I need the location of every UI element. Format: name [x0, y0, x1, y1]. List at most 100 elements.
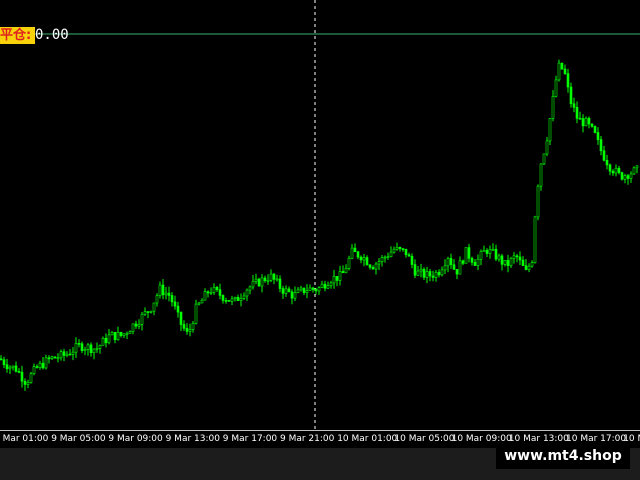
candle-body — [527, 265, 531, 270]
candle-body — [191, 323, 195, 330]
candle-body — [338, 271, 342, 281]
candle-body — [245, 289, 249, 297]
candle-body — [401, 248, 405, 250]
candle-body — [482, 249, 486, 252]
candle-body — [437, 271, 441, 276]
candle-body — [620, 172, 624, 180]
candle-body — [470, 257, 474, 263]
candle-body — [578, 117, 582, 120]
candle-body — [503, 260, 507, 265]
candle-body — [440, 269, 444, 276]
candle-body — [98, 345, 102, 349]
candle-body — [485, 249, 489, 254]
candle-body — [569, 86, 573, 105]
candle-body — [50, 356, 54, 359]
candle-body — [254, 278, 258, 282]
candle-series — [0, 59, 639, 391]
candle-body — [359, 256, 363, 261]
candle-body — [200, 299, 204, 304]
candle-body — [473, 262, 477, 266]
candle-body — [320, 283, 324, 288]
candle-body — [410, 255, 414, 265]
candle-body — [524, 265, 528, 270]
candle-body — [251, 281, 255, 288]
candle-body — [383, 256, 387, 259]
candle-body — [587, 117, 591, 125]
candle-body — [116, 331, 120, 341]
candle-body — [407, 254, 411, 257]
candle-body — [224, 300, 228, 302]
candle-body — [305, 290, 309, 294]
candle-body — [131, 323, 135, 332]
candle-body — [2, 359, 6, 365]
candle-body — [455, 269, 459, 275]
candle-body — [239, 298, 243, 301]
candle-body — [419, 268, 423, 272]
candle-body — [83, 349, 87, 351]
candle-body — [227, 300, 231, 302]
candle-body — [596, 132, 600, 140]
candle-body — [497, 255, 501, 260]
candle-body — [218, 289, 222, 296]
candle-body — [95, 348, 99, 350]
time-tick-label: 9 Mar 05:00 — [51, 434, 106, 444]
candle-body — [539, 163, 543, 187]
candle-body — [260, 277, 264, 287]
candle-body — [197, 302, 201, 305]
candle-body — [158, 284, 162, 296]
candle-body — [629, 173, 633, 179]
candle-body — [377, 261, 381, 265]
candle-body — [80, 343, 84, 351]
candle-body — [353, 247, 357, 253]
candle-body — [179, 311, 183, 325]
close-position-label: 平仓: — [0, 27, 36, 44]
candle-body — [209, 291, 213, 294]
time-tick-label: 9 Mar 13:00 — [165, 434, 220, 444]
candle-body — [248, 286, 252, 291]
candle-body — [581, 118, 585, 127]
candle-body — [167, 292, 171, 296]
candle-body — [77, 343, 81, 345]
candle-body — [506, 260, 510, 266]
candle-body — [146, 311, 150, 313]
candle-body — [344, 268, 348, 274]
candle-body — [479, 251, 483, 260]
candle-body — [428, 271, 432, 277]
candle-body — [11, 365, 15, 368]
candle-body — [194, 303, 198, 324]
candle-body — [590, 123, 594, 127]
candle-body — [341, 271, 345, 274]
candle-body — [566, 73, 570, 88]
candle-body — [326, 285, 330, 289]
candle-body — [461, 260, 465, 264]
candle-body — [443, 265, 447, 271]
candle-body — [38, 362, 42, 368]
trading-chart-window: 平仓: 0.00 9 Mar 01:009 Mar 05:009 Mar 09:… — [0, 0, 640, 480]
candle-body — [332, 276, 336, 284]
candle-body — [155, 295, 159, 304]
candle-body — [530, 262, 534, 267]
price-chart[interactable]: 平仓: 0.00 — [0, 0, 640, 430]
candle-body — [572, 103, 576, 108]
candle-body — [23, 380, 27, 385]
candle-body — [521, 259, 525, 266]
candle-body — [20, 371, 24, 382]
candle-body — [143, 311, 147, 315]
candle-body — [41, 362, 45, 369]
candle-body — [14, 365, 18, 372]
candle-body — [134, 323, 138, 327]
candle-body — [206, 291, 210, 294]
candle-body — [551, 96, 555, 119]
candle-body — [323, 283, 327, 289]
candle-body — [311, 287, 315, 290]
candle-body — [164, 292, 168, 296]
candle-body — [575, 106, 579, 119]
candle-body — [425, 271, 429, 278]
candle-body — [488, 249, 492, 254]
candle-body — [101, 337, 105, 346]
chart-canvas[interactable] — [0, 0, 640, 430]
time-tick-label: 9 Mar 09:00 — [108, 434, 163, 444]
candle-body — [602, 150, 606, 161]
candle-body — [215, 286, 219, 290]
candle-body — [560, 62, 564, 70]
